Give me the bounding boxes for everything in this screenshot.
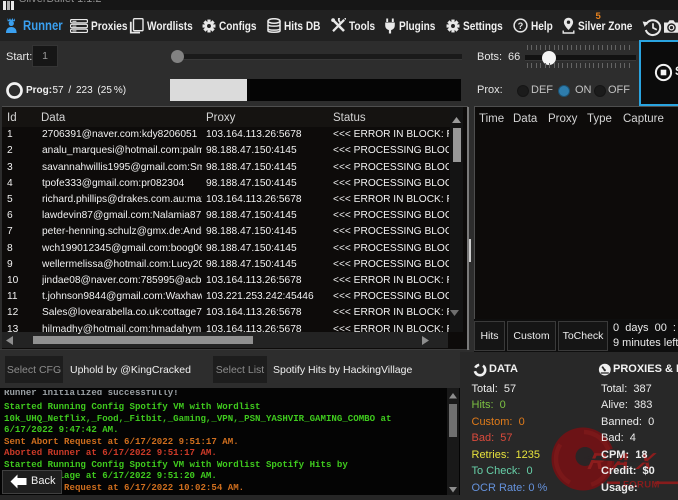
svg-text:?: ? — [518, 21, 524, 31]
